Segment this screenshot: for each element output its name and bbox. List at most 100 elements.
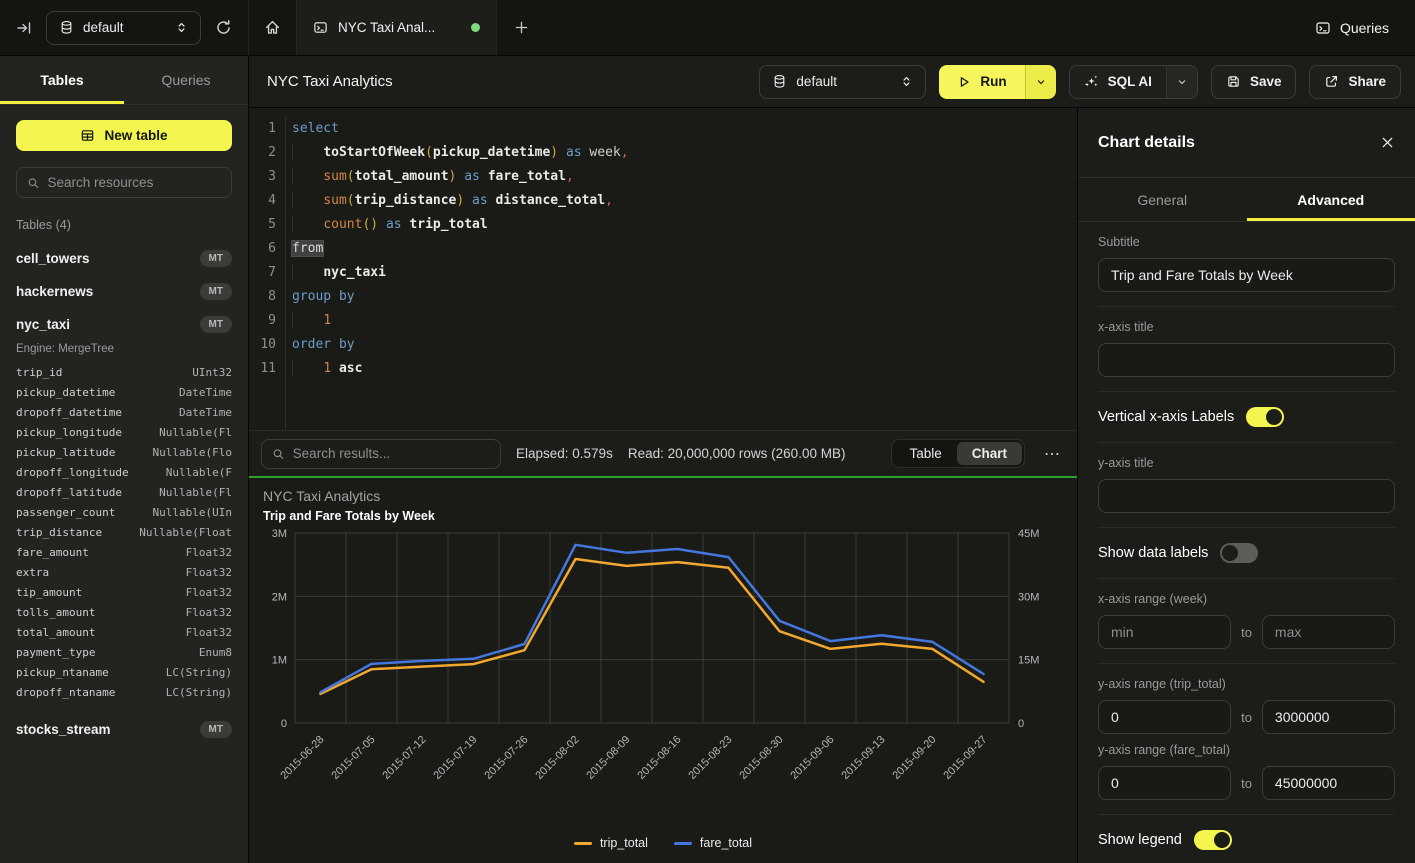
tab-strip: NYC Taxi Anal...: [249, 0, 1289, 55]
queries-button[interactable]: Queries: [1315, 20, 1389, 36]
new-table-button[interactable]: New table: [16, 120, 232, 151]
engine-badge: MT: [200, 283, 232, 300]
sql-ai-label: SQL AI: [1108, 74, 1152, 89]
run-button[interactable]: Run: [939, 65, 1055, 99]
search-icon: [272, 447, 285, 461]
chart-canvas[interactable]: 001M15M2M30M3M45M2015-06-282015-07-05201…: [263, 523, 1063, 815]
legend-item-fare_total[interactable]: fare_total: [674, 836, 752, 850]
more-options-button[interactable]: ⋯: [1040, 444, 1065, 464]
column-type: DateTime: [179, 383, 232, 403]
column-name: total_amount: [16, 623, 95, 643]
editor-gutter: 1234567891011: [249, 117, 286, 430]
column-row: pickup_latitude Nullable(Flo: [16, 443, 232, 463]
tab-title: NYC Taxi Anal...: [338, 20, 461, 35]
close-icon: [1380, 135, 1395, 150]
share-icon: [1324, 74, 1339, 89]
column-row: extraFloat32: [16, 563, 232, 583]
show-data-labels-toggle[interactable]: [1220, 543, 1258, 563]
refresh-button[interactable]: [215, 19, 232, 36]
share-label: Share: [1348, 74, 1386, 89]
play-icon: [957, 75, 971, 89]
y-range-trip-min-input[interactable]: [1098, 700, 1231, 734]
work-area: 1234567891011 select toStartOfWeek(picku…: [249, 108, 1077, 863]
legend-label: fare_total: [700, 836, 752, 850]
code-area[interactable]: select toStartOfWeek(pickup_datetime) as…: [286, 117, 1077, 430]
plus-icon: [514, 20, 529, 35]
new-table-label: New table: [104, 128, 167, 143]
table-item-nyc-taxi[interactable]: nyc_taxi MT: [16, 308, 232, 341]
y-axis-right-tick: 45M: [1018, 528, 1039, 540]
x-range-max-input[interactable]: [1262, 615, 1395, 649]
y-axis-left-tick: 3M: [272, 528, 287, 540]
table-item-hackernews[interactable]: hackernews MT: [16, 275, 232, 308]
engine-badge: MT: [200, 721, 232, 738]
toggle-knob: [1222, 545, 1238, 561]
subtitle-field: Subtitle: [1098, 222, 1395, 307]
column-type: Nullable(Fl: [159, 423, 232, 443]
sql-ai-options-caret[interactable]: [1166, 66, 1197, 98]
legend-item-trip_total[interactable]: trip_total: [574, 836, 648, 850]
code-line: order by: [292, 333, 1077, 357]
x-range-min-input[interactable]: [1098, 615, 1231, 649]
search-results-input[interactable]: [293, 446, 490, 461]
y-range-fare-min-input[interactable]: [1098, 766, 1231, 800]
column-row: payment_typeEnum8: [16, 643, 232, 663]
run-label: Run: [980, 74, 1006, 89]
code-line: toStartOfWeek(pickup_datetime) as week,: [292, 141, 1077, 165]
column-type: Nullable(UIn: [153, 503, 232, 523]
show-data-labels-row: Show data labels: [1098, 528, 1395, 579]
run-options-caret[interactable]: [1025, 65, 1056, 99]
x-axis-title-input[interactable]: [1098, 343, 1395, 377]
vertical-x-axis-labels-toggle[interactable]: [1246, 407, 1284, 427]
save-button[interactable]: Save: [1211, 65, 1297, 99]
subtitle-input[interactable]: [1098, 258, 1395, 292]
x-axis-tick: 2015-09-27: [941, 734, 989, 782]
column-name: dropoff_longitude: [16, 463, 129, 483]
y-axis-title-input[interactable]: [1098, 479, 1395, 513]
panel-tabs: General Advanced: [1078, 178, 1415, 222]
column-name: trip_distance: [16, 523, 102, 543]
y-range-fare-max-input[interactable]: [1262, 766, 1395, 800]
close-button[interactable]: [1380, 135, 1395, 150]
vertical-x-axis-labels-row: Vertical x-axis Labels: [1098, 392, 1395, 443]
column-type: Nullable(Float: [139, 523, 232, 543]
legend-swatch: [574, 842, 592, 845]
database-selector-toolbar[interactable]: default: [759, 65, 926, 99]
search-resources-input[interactable]: [48, 175, 221, 190]
editor-tab[interactable]: NYC Taxi Anal...: [297, 0, 497, 55]
x-axis-tick: 2015-08-09: [584, 734, 632, 782]
home-button[interactable]: [249, 0, 297, 55]
show-legend-toggle[interactable]: [1194, 830, 1232, 850]
column-type: Nullable(Flo: [153, 443, 232, 463]
topbar-left: default: [0, 0, 249, 55]
column-name: pickup_latitude: [16, 443, 115, 463]
share-button[interactable]: Share: [1309, 65, 1401, 99]
chevron-down-icon: [1176, 76, 1188, 88]
panel-tab-advanced[interactable]: Advanced: [1247, 178, 1415, 221]
sidebar-tab-queries[interactable]: Queries: [124, 56, 248, 104]
view-tab-table[interactable]: Table: [894, 442, 956, 465]
line-number: 9: [249, 309, 276, 333]
sidebar-tab-tables[interactable]: Tables: [0, 56, 124, 104]
sidebar-collapse-button[interactable]: [16, 20, 32, 36]
save-label: Save: [1250, 74, 1282, 89]
column-row: pickup_datetimeDateTime: [16, 383, 232, 403]
column-type: Float32: [186, 583, 232, 603]
column-type: Enum8: [199, 643, 232, 663]
view-tab-chart[interactable]: Chart: [957, 442, 1022, 465]
column-name: pickup_ntaname: [16, 663, 109, 683]
x-axis-tick: 2015-08-16: [635, 734, 683, 782]
panel-tab-general[interactable]: General: [1078, 178, 1247, 221]
chart-title: NYC Taxi Analytics: [263, 488, 1063, 504]
table-item-cell-towers[interactable]: cell_towers MT: [16, 242, 232, 275]
database-selector-topbar[interactable]: default: [46, 11, 201, 45]
table-item-stocks-stream[interactable]: stocks_stream MT: [16, 713, 232, 746]
new-tab-button[interactable]: [497, 0, 545, 55]
y-range-trip-max-input[interactable]: [1262, 700, 1395, 734]
to-label: to: [1241, 625, 1252, 640]
topbar-right: Queries: [1289, 0, 1415, 55]
sql-ai-button[interactable]: SQL AI: [1069, 65, 1198, 99]
search-resources-field: [16, 167, 232, 198]
engine-badge: MT: [200, 316, 232, 333]
column-row: trip_idUInt32: [16, 363, 232, 383]
